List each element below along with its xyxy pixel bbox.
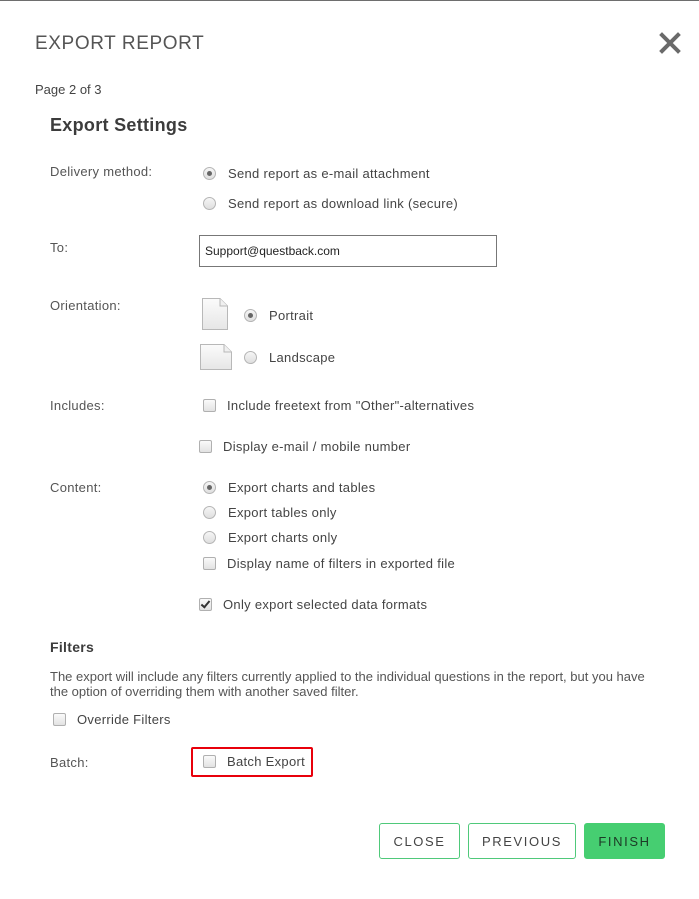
override-filters-label: Override Filters	[77, 712, 171, 727]
filters-description: The export will include any filters curr…	[50, 669, 645, 699]
override-filters-option[interactable]: Override Filters	[53, 712, 171, 727]
finish-button[interactable]: FINISH	[584, 823, 665, 859]
landscape-page-icon	[200, 344, 232, 370]
content-charts-tables-radio[interactable]	[203, 481, 216, 494]
display-filter-names-option[interactable]: Display name of filters in exported file	[203, 556, 455, 571]
include-freetext-option[interactable]: Include freetext from "Other"-alternativ…	[203, 398, 474, 413]
only-selected-formats-label: Only export selected data formats	[223, 597, 428, 612]
display-filter-names-checkbox[interactable]	[203, 557, 216, 570]
content-tables-only-radio[interactable]	[203, 506, 216, 519]
include-freetext-label: Include freetext from "Other"-alternativ…	[227, 398, 475, 413]
delivery-email-radio[interactable]	[203, 167, 216, 180]
includes-label: Includes:	[50, 398, 105, 413]
delivery-link-option[interactable]: Send report as download link (secure)	[203, 196, 458, 211]
close-button[interactable]: CLOSE	[379, 823, 460, 859]
to-email-input[interactable]	[199, 235, 497, 267]
delivery-email-option[interactable]: Send report as e-mail attachment	[203, 166, 430, 181]
orientation-portrait-radio[interactable]	[244, 309, 257, 322]
orientation-landscape-option[interactable]: Landscape	[244, 350, 335, 365]
display-email-label: Display e-mail / mobile number	[223, 439, 411, 454]
delivery-link-radio[interactable]	[203, 197, 216, 210]
orientation-portrait-option[interactable]: Portrait	[244, 308, 313, 323]
previous-button[interactable]: PREVIOUS	[468, 823, 576, 859]
include-freetext-checkbox[interactable]	[203, 399, 216, 412]
display-filter-names-label: Display name of filters in exported file	[227, 556, 456, 571]
orientation-landscape-label: Landscape	[269, 350, 336, 365]
close-x-icon[interactable]	[658, 31, 682, 55]
orientation-portrait-label: Portrait	[269, 308, 314, 323]
override-filters-checkbox[interactable]	[53, 713, 66, 726]
top-border	[0, 0, 699, 1]
orientation-landscape-radio[interactable]	[244, 351, 257, 364]
batch-export-label: Batch Export	[227, 754, 306, 769]
batch-label: Batch:	[50, 755, 89, 770]
content-charts-only-radio[interactable]	[203, 531, 216, 544]
portrait-page-icon	[202, 298, 228, 330]
only-selected-formats-checkbox[interactable]	[199, 598, 212, 611]
batch-export-option[interactable]: Batch Export	[203, 754, 305, 769]
content-tables-only-option[interactable]: Export tables only	[203, 505, 337, 520]
content-charts-tables-label: Export charts and tables	[228, 480, 376, 495]
to-label: To:	[50, 240, 69, 255]
batch-export-checkbox[interactable]	[203, 755, 216, 768]
content-charts-only-option[interactable]: Export charts only	[203, 530, 337, 545]
dialog-title: EXPORT REPORT	[35, 33, 205, 54]
filters-heading: Filters	[50, 639, 95, 655]
export-settings-heading: Export Settings	[50, 115, 188, 135]
delivery-method-label: Delivery method:	[50, 164, 153, 179]
display-email-option[interactable]: Display e-mail / mobile number	[199, 439, 410, 454]
only-selected-formats-option[interactable]: Only export selected data formats	[199, 597, 427, 612]
page-indicator: Page 2 of 3	[35, 82, 102, 97]
orientation-label: Orientation:	[50, 298, 121, 313]
display-email-checkbox[interactable]	[199, 440, 212, 453]
delivery-email-label: Send report as e-mail attachment	[228, 166, 430, 181]
content-charts-tables-option[interactable]: Export charts and tables	[203, 480, 375, 495]
delivery-link-label: Send report as download link (secure)	[228, 196, 459, 211]
content-charts-only-label: Export charts only	[228, 530, 338, 545]
content-tables-only-label: Export tables only	[228, 505, 337, 520]
content-label: Content:	[50, 480, 102, 495]
